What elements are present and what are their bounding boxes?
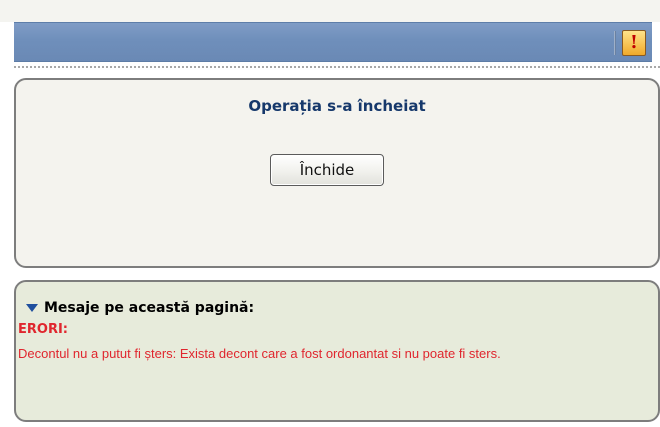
result-panel: Operația s-a încheiat Închide (14, 78, 660, 268)
error-message: Decontul nu a putut fi șters: Exista dec… (18, 346, 501, 361)
messages-heading[interactable]: Mesaje pe această pagină: (26, 300, 254, 316)
top-strip (0, 0, 660, 22)
exclamation-icon[interactable]: ! (622, 30, 646, 56)
errors-label: ERORI: (18, 322, 68, 337)
result-title: Operația s-a încheiat (248, 97, 426, 115)
dotted-divider (14, 66, 660, 68)
messages-heading-label: Mesaje pe această pagină: (44, 300, 255, 316)
collapse-triangle-icon[interactable] (26, 304, 38, 312)
toolbar-separator (614, 31, 616, 55)
close-button[interactable]: Închide (270, 154, 384, 186)
window-titlebar: ! (14, 22, 652, 62)
exclamation-glyph: ! (630, 32, 638, 53)
messages-panel: Mesaje pe această pagină: ERORI: Decontu… (14, 280, 660, 422)
